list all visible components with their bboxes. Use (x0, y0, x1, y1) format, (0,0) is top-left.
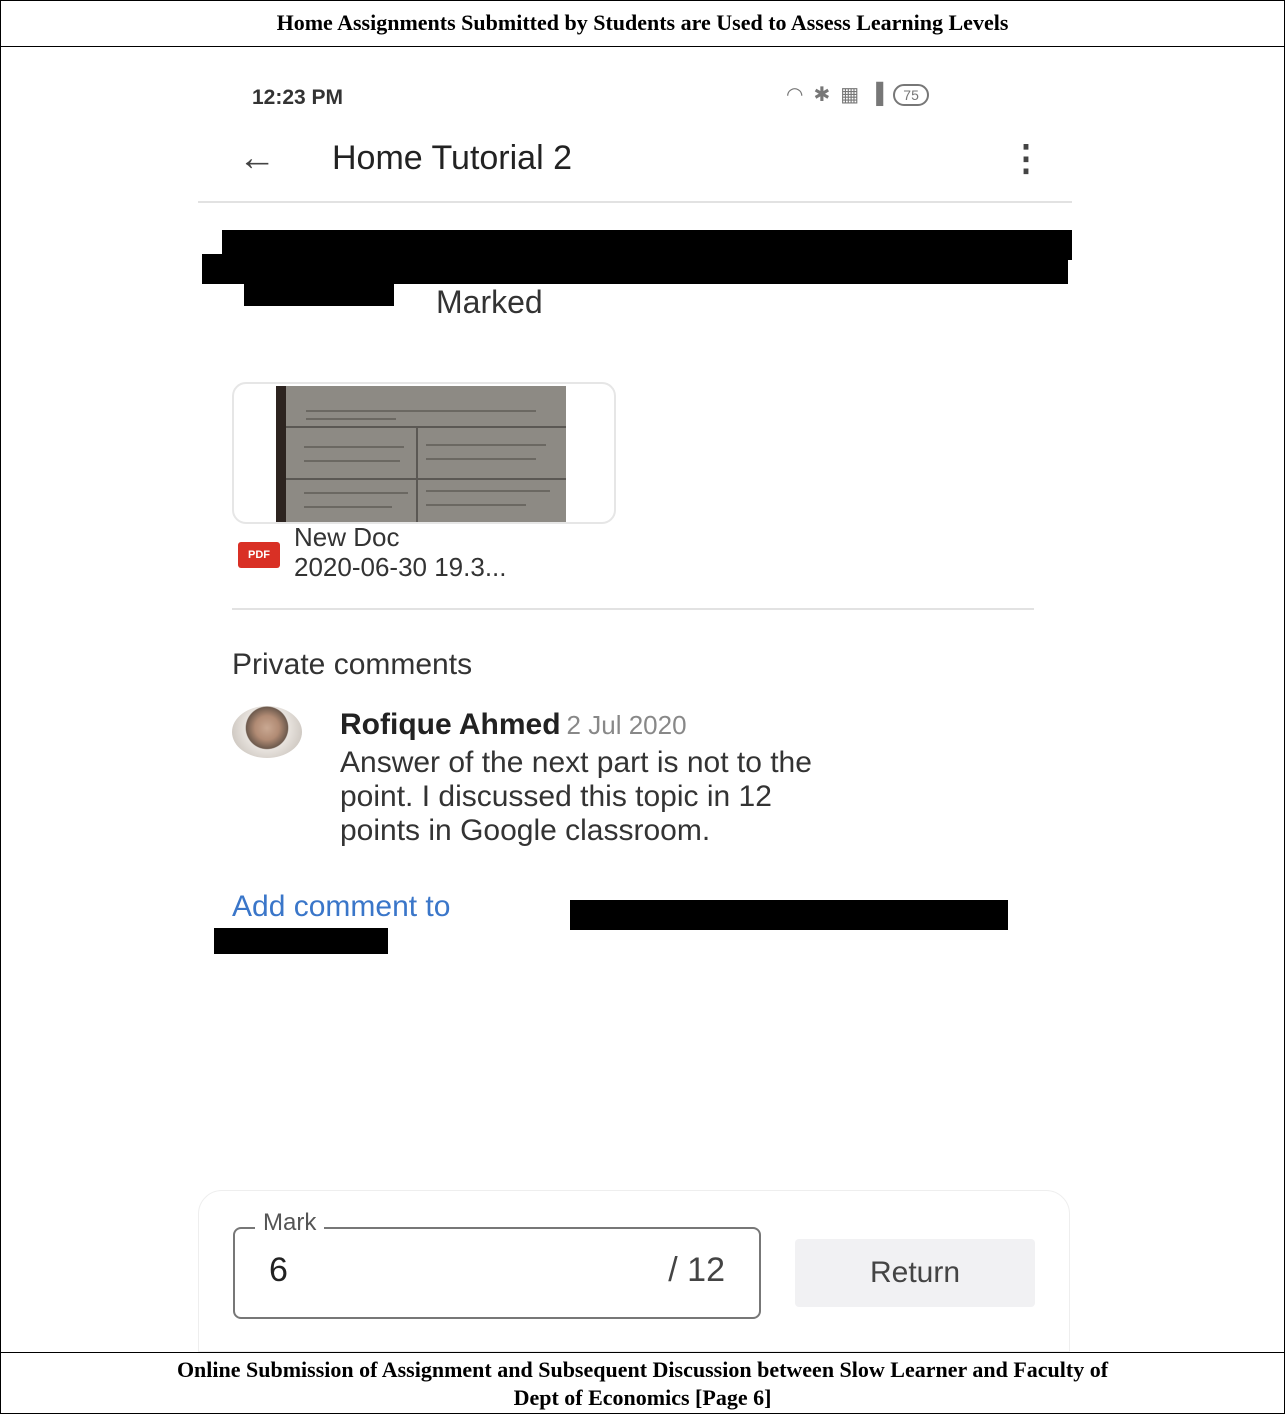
pdf-icon: PDF (238, 542, 280, 568)
section-divider (232, 608, 1034, 610)
more-vert-icon[interactable]: ⋮ (1008, 138, 1044, 178)
file-name-line2: 2020-06-30 19.3... (294, 552, 507, 582)
status-icons: ◠ ✱ ▦ ▐ 75 (786, 82, 929, 107)
redacted-recipient-name (214, 928, 388, 954)
app-bar-divider (198, 201, 1072, 203)
mark-value[interactable]: 6 (269, 1251, 288, 1290)
phone-screen: 12:23 PM ◠ ✱ ▦ ▐ 75 ← Home Tutorial 2 ⋮ … (196, 60, 1076, 1352)
figure-caption-top: Home Assignments Submitted by Students a… (276, 10, 1009, 35)
battery-icon: 75 (893, 83, 929, 106)
comment-date: 2 Jul 2020 (566, 710, 687, 740)
grading-bar: Mark 6 / 12 Return (198, 1190, 1070, 1352)
private-comments-heading: Private comments (232, 648, 473, 681)
attachment-file-name[interactable]: New Doc 2020-06-30 19.3... (294, 522, 507, 582)
caption-divider-bottom (0, 1352, 1284, 1353)
mark-total: / 12 (668, 1251, 725, 1289)
return-button[interactable]: Return (795, 1239, 1035, 1307)
comment-author-name: Rofique Ahmed (340, 708, 561, 741)
status-time: 12:23 PM (252, 86, 344, 109)
file-name-line1: New Doc (294, 522, 400, 552)
document-preview-image (276, 386, 566, 522)
submission-status: Marked (436, 284, 543, 320)
avatar (232, 706, 302, 758)
page-title: Home Tutorial 2 (332, 139, 572, 177)
comment-text: Answer of the next part is not to the po… (340, 746, 1060, 848)
mark-input[interactable]: Mark 6 / 12 (233, 1209, 761, 1319)
mark-label: Mark (255, 1209, 325, 1237)
add-comment-link[interactable]: Add comment to (232, 890, 450, 924)
back-arrow-icon[interactable]: ← (238, 138, 276, 178)
caption-bottom-line1: Online Submission of Assignment and Subs… (176, 1357, 1109, 1382)
wifi-icon: ◠ (786, 84, 804, 106)
bluetooth-icon: ✱ (813, 84, 831, 106)
signal-icon: ▐ (869, 83, 884, 105)
figure-caption-bottom: Online Submission of Assignment and Subs… (0, 1356, 1285, 1412)
comment-author: Rofique Ahmed 2 Jul 2020 (340, 708, 687, 742)
redacted-recipient-name (570, 900, 1008, 930)
caption-divider-top (0, 46, 1284, 47)
comment-line: points in Google classroom. (340, 814, 711, 847)
caption-bottom-line2: Dept of Economics [Page 6] (513, 1385, 772, 1410)
comment-line: point. I discussed this topic in 12 (340, 780, 772, 813)
attachment-thumbnail[interactable] (232, 382, 616, 524)
volte-icon: ▦ (840, 84, 860, 106)
comment-line: Answer of the next part is not to the (340, 746, 812, 779)
redacted-student-name (244, 282, 394, 306)
redacted-student-name (202, 254, 1068, 284)
